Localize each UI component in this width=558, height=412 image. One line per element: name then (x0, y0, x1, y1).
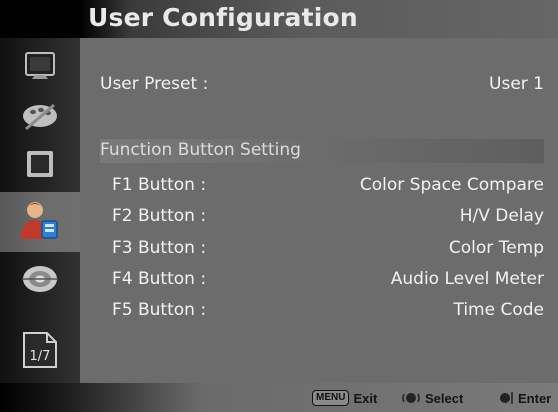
osd-screen: User Configuration 1/7 User Preset: Use… (0, 0, 558, 412)
f4-button-value: Audio Level Meter (390, 269, 544, 289)
f2-button-row[interactable]: F2 Button : H/V Delay (100, 202, 544, 232)
monitor-icon (25, 52, 55, 79)
exit-label: Exit (353, 390, 378, 406)
select-label: Select (425, 390, 464, 406)
f2-button-label: F2 Button : (112, 206, 207, 226)
f4-button-row[interactable]: F4 Button : Audio Level Meter (100, 265, 544, 295)
f5-button-label: F5 Button : (112, 300, 207, 320)
title-bar: User Configuration (0, 0, 558, 38)
sidebar-item-user-config[interactable] (0, 192, 80, 252)
knob-press-icon (500, 392, 513, 404)
page-indicator: 1/7 (16, 327, 64, 373)
f1-button-row[interactable]: F1 Button : Color Space Compare (100, 171, 544, 201)
enter-hint[interactable]: Enter (498, 388, 551, 408)
f4-button-label: F4 Button : (112, 269, 207, 289)
f1-button-label: F1 Button : (112, 175, 207, 195)
enter-label: Enter (518, 390, 552, 406)
page-title: User Configuration (88, 3, 358, 32)
sidebar-item-monitor[interactable] (16, 44, 64, 90)
f5-button-value: Time Code (453, 300, 544, 320)
page-indicator-text: 1/7 (30, 349, 51, 364)
sidebar: 1/7 (0, 38, 80, 383)
screen-icon (27, 151, 53, 177)
user-config-icon (21, 202, 58, 239)
main-panel: User Preset : User 1 Function Button Set… (80, 38, 558, 383)
f1-button-value: Color Space Compare (359, 175, 544, 195)
sidebar-item-disc[interactable] (16, 256, 64, 302)
color-palette-icon (23, 103, 57, 131)
disc-icon (22, 266, 58, 292)
user-preset-row[interactable]: User Preset : User 1 (100, 70, 544, 100)
user-preset-label: User Preset : (100, 74, 209, 94)
section-header: Function Button Setting (100, 139, 544, 163)
f3-button-value: Color Temp (448, 238, 544, 258)
exit-hint[interactable]: MENU Exit (312, 388, 377, 408)
f3-button-label: F3 Button : (112, 238, 207, 258)
select-hint[interactable]: Select (401, 388, 463, 408)
f3-button-row[interactable]: F3 Button : Color Temp (100, 234, 544, 264)
f2-button-value: H/V Delay (459, 206, 544, 226)
f5-button-row[interactable]: F5 Button : Time Code (100, 296, 544, 326)
page-indicator-icon: 1/7 (23, 332, 57, 368)
sidebar-item-color[interactable] (16, 93, 64, 139)
section-title: Function Button Setting (100, 140, 301, 160)
menu-key-icon: MENU (312, 390, 350, 406)
footer-bar: MENU Exit Select Enter (0, 383, 558, 412)
sidebar-item-screen[interactable] (16, 141, 64, 187)
knob-rotate-icon (402, 393, 420, 403)
user-preset-value: User 1 (489, 74, 544, 94)
